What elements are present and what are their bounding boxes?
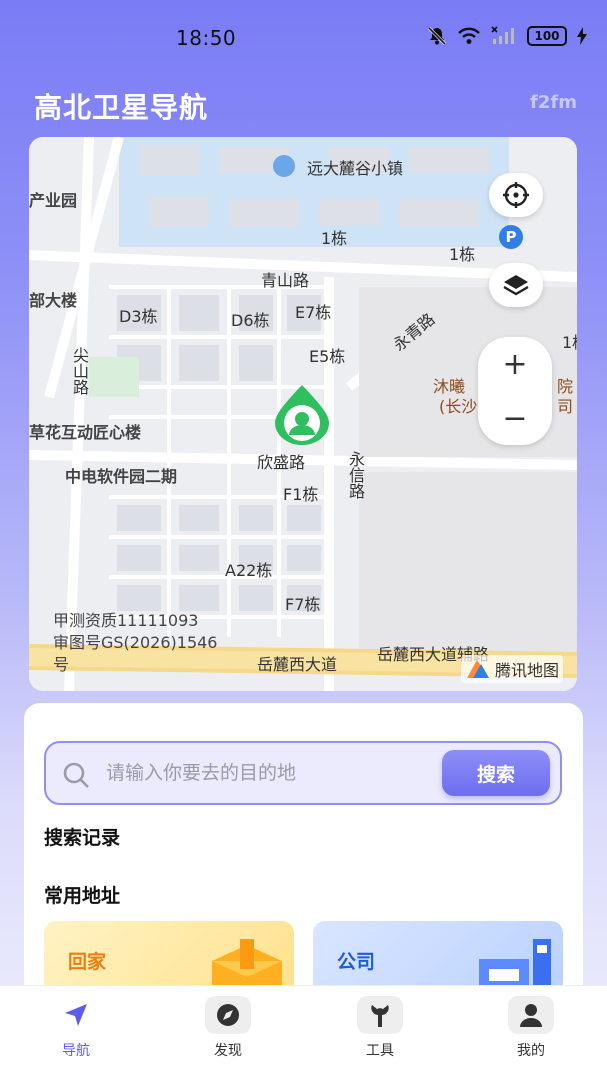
status-icons: 100 (427, 26, 587, 46)
app-header: 高北卫星导航 f2fm (0, 72, 607, 136)
crosshair-icon (503, 182, 529, 208)
search-box: 搜索 (44, 741, 562, 805)
layers-icon (503, 275, 529, 296)
map-label-d3: D3栋 (119, 307, 158, 326)
map-label-jianshan-road: 尖山路 (70, 347, 89, 395)
map-label-muxi-4: 司 (557, 397, 574, 416)
map-label-building-1b: 1栋 (449, 245, 476, 264)
search-panel: 搜索 搜索记录 常用地址 回家 公司 (24, 703, 583, 1011)
map-label-a22: A22栋 (225, 561, 273, 580)
map-view[interactable]: 远大麓谷小镇 产业园 1栋 1栋 P 青山路 部大楼 D3栋 D6栋 E7栋 E… (29, 137, 577, 691)
locate-button[interactable] (489, 173, 543, 217)
map-label-industrial-park: 产业园 (29, 191, 78, 210)
charging-icon (577, 27, 587, 45)
map-label-zhongdian: 中电软件园二期 (65, 467, 178, 486)
parking-icon: P (499, 225, 523, 249)
map-label-yuanda: 远大麓谷小镇 (307, 159, 404, 178)
map-label-yuelu-main: 岳麓西大道 (257, 655, 338, 674)
map-label-f7: F7栋 (285, 595, 321, 614)
compass-icon (205, 996, 251, 1034)
map-provider-logo: 腾讯地图 (460, 655, 563, 683)
common-address-title: 常用地址 (44, 885, 121, 907)
mute-bell-icon (427, 26, 447, 46)
signal-icon (491, 26, 514, 44)
tab-tools[interactable]: 工具 (340, 996, 420, 1066)
bottom-tab-bar: 导航 发现 工具 我的 (0, 985, 607, 1080)
status-bar: 18:50 100 (0, 0, 607, 72)
tencent-map-icon (466, 660, 489, 678)
current-location-pin-icon[interactable] (269, 381, 335, 447)
tab-tools-label: 工具 (366, 1043, 394, 1059)
search-history-title: 搜索记录 (44, 827, 121, 849)
map-label-d6: D6栋 (231, 311, 270, 330)
zoom-out-button[interactable]: − (478, 391, 552, 445)
status-time: 18:50 (176, 26, 237, 50)
zoom-in-button[interactable]: + (478, 337, 552, 391)
destination-search-input[interactable] (106, 753, 436, 793)
map-label-building-1c: 1栋 (562, 333, 577, 352)
map-label-qingshan-road: 青山路 (261, 271, 310, 290)
map-footnote-3: 号 (53, 655, 70, 674)
tab-mine-label: 我的 (517, 1043, 545, 1059)
map-label-xinsheng-road: 欣盛路 (257, 453, 306, 472)
app-title: 高北卫星导航 (34, 91, 209, 124)
map-provider-name: 腾讯地图 (494, 661, 559, 680)
map-label-e7: E7栋 (295, 303, 332, 322)
tab-discover[interactable]: 发现 (188, 996, 268, 1066)
battery-indicator: 100 (527, 26, 567, 46)
layers-button[interactable] (489, 263, 543, 307)
map-label-yongxin-road: 永信路 (346, 451, 365, 499)
tab-navigation[interactable]: 导航 (36, 996, 116, 1066)
search-button[interactable]: 搜索 (442, 750, 550, 796)
tab-discover-label: 发现 (214, 1043, 242, 1059)
home-address-label: 回家 (68, 951, 107, 973)
map-label-hq-building: 部大楼 (29, 291, 78, 310)
company-address-label: 公司 (337, 951, 376, 973)
map-footnote-2: 审图号GS(2026)1546 (53, 633, 218, 652)
map-label-f1: F1栋 (283, 485, 319, 504)
user-icon (508, 996, 554, 1034)
zoom-controls: + − (478, 337, 552, 445)
wrench-icon (357, 996, 403, 1034)
map-label-building-1a: 1栋 (321, 229, 348, 248)
navigation-arrow-icon (53, 996, 99, 1034)
brand-watermark: f2fm (530, 92, 577, 113)
poi-icon (273, 155, 295, 177)
wifi-icon (458, 27, 480, 44)
tab-mine[interactable]: 我的 (491, 996, 571, 1066)
search-icon (63, 762, 89, 788)
map-label-grass-building: 草花互动匠心楼 (29, 423, 142, 442)
tab-navigation-label: 导航 (62, 1043, 90, 1059)
map-label-muxi-3: (长沙 (439, 397, 478, 416)
map-label-e5: E5栋 (309, 347, 346, 366)
map-footnote-1: 甲测资质11111093 (53, 611, 199, 630)
